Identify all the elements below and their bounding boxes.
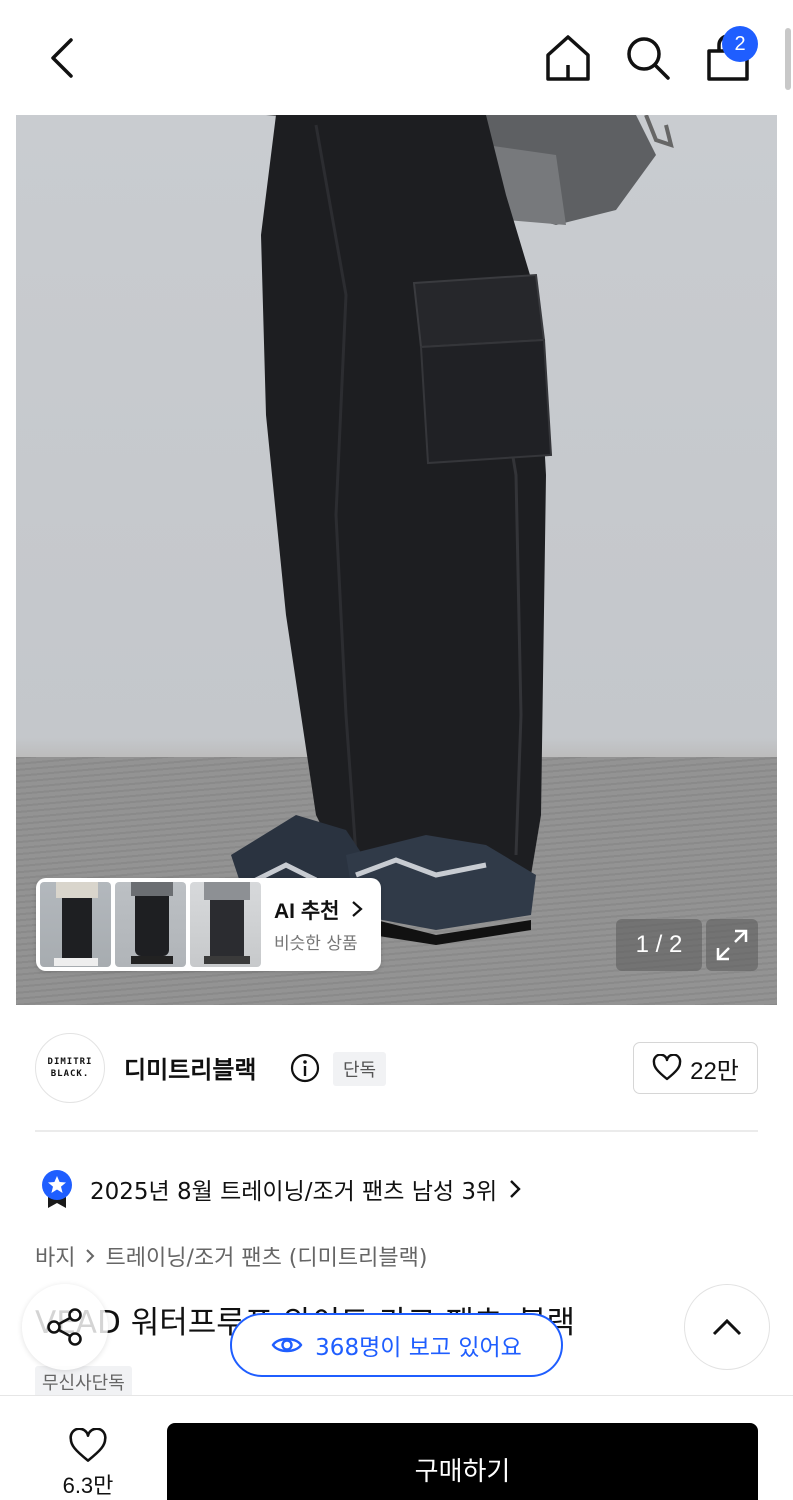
share-icon: [47, 1308, 82, 1346]
search-icon: [627, 37, 670, 80]
favorite-button[interactable]: 6.3만: [40, 1428, 136, 1500]
info-icon: [290, 1053, 320, 1083]
ranking-link[interactable]: 2025년 8월 트레이닝/조거 팬츠 남성 3위: [40, 1168, 521, 1210]
brand-like-button[interactable]: 22만: [633, 1042, 758, 1094]
exclusive-tag: 단독: [333, 1052, 387, 1086]
ai-recommend-thumbnail[interactable]: [40, 882, 111, 967]
ai-recommend-title: AI 추천: [274, 895, 363, 925]
product-image[interactable]: [16, 115, 777, 1005]
section-divider: [35, 1130, 758, 1132]
breadcrumb-category[interactable]: 바지: [35, 1240, 75, 1272]
cart-count-badge: 2: [722, 26, 758, 62]
chevron-up-icon: [712, 1318, 742, 1336]
brand-info-button[interactable]: [290, 1053, 320, 1083]
viewers-count-text: 368명이 보고 있어요: [315, 1335, 522, 1361]
image-pager: 1 / 2: [616, 919, 702, 971]
brand-logo[interactable]: DIMITRI BLACK.: [35, 1033, 105, 1103]
home-icon: [546, 35, 590, 81]
ai-recommend-thumbnail[interactable]: [115, 882, 186, 967]
ai-recommend-subtitle: 비슷한 상품: [274, 934, 358, 954]
top-navigation-bar: 2: [0, 0, 793, 115]
ai-recommend-card[interactable]: AI 추천 비슷한 상품: [36, 878, 381, 971]
ai-recommend-thumbnail[interactable]: [190, 882, 261, 967]
expand-image-button[interactable]: [706, 919, 758, 971]
breadcrumb: 바지 트레이닝/조거 팬츠 (디미트리블랙): [35, 1240, 427, 1272]
viewers-count-pill: 368명이 보고 있어요: [230, 1313, 563, 1377]
search-button[interactable]: [620, 30, 676, 86]
back-button[interactable]: [36, 32, 88, 84]
chevron-right-icon: [510, 1180, 521, 1198]
favorite-count: 6.3만: [62, 1473, 114, 1498]
brand-like-count: 22만: [690, 1057, 739, 1085]
home-button[interactable]: [540, 30, 596, 86]
product-photo: [231, 115, 674, 945]
heart-icon: [652, 1054, 682, 1081]
share-button[interactable]: [22, 1284, 108, 1370]
expand-icon: [716, 929, 748, 961]
buy-button[interactable]: 구매하기: [167, 1423, 758, 1500]
heart-icon: [69, 1428, 107, 1462]
breadcrumb-subcategory[interactable]: 트레이닝/조거 팬츠 (디미트리블랙): [105, 1240, 427, 1272]
chevron-right-icon: [86, 1249, 95, 1263]
star-medal-icon: [42, 1170, 72, 1208]
eye-icon: [271, 1337, 303, 1353]
musinsa-exclusive-tag: 무신사단독: [35, 1366, 132, 1398]
ranking-text: 2025년 8월 트레이닝/조거 팬츠 남성 3위: [90, 1179, 498, 1205]
chevron-right-icon: [352, 901, 363, 917]
scrollbar[interactable]: [785, 28, 791, 90]
brand-name[interactable]: 디미트리블랙: [124, 1050, 256, 1085]
scroll-top-button[interactable]: [684, 1284, 770, 1370]
chevron-left-icon: [51, 38, 73, 78]
